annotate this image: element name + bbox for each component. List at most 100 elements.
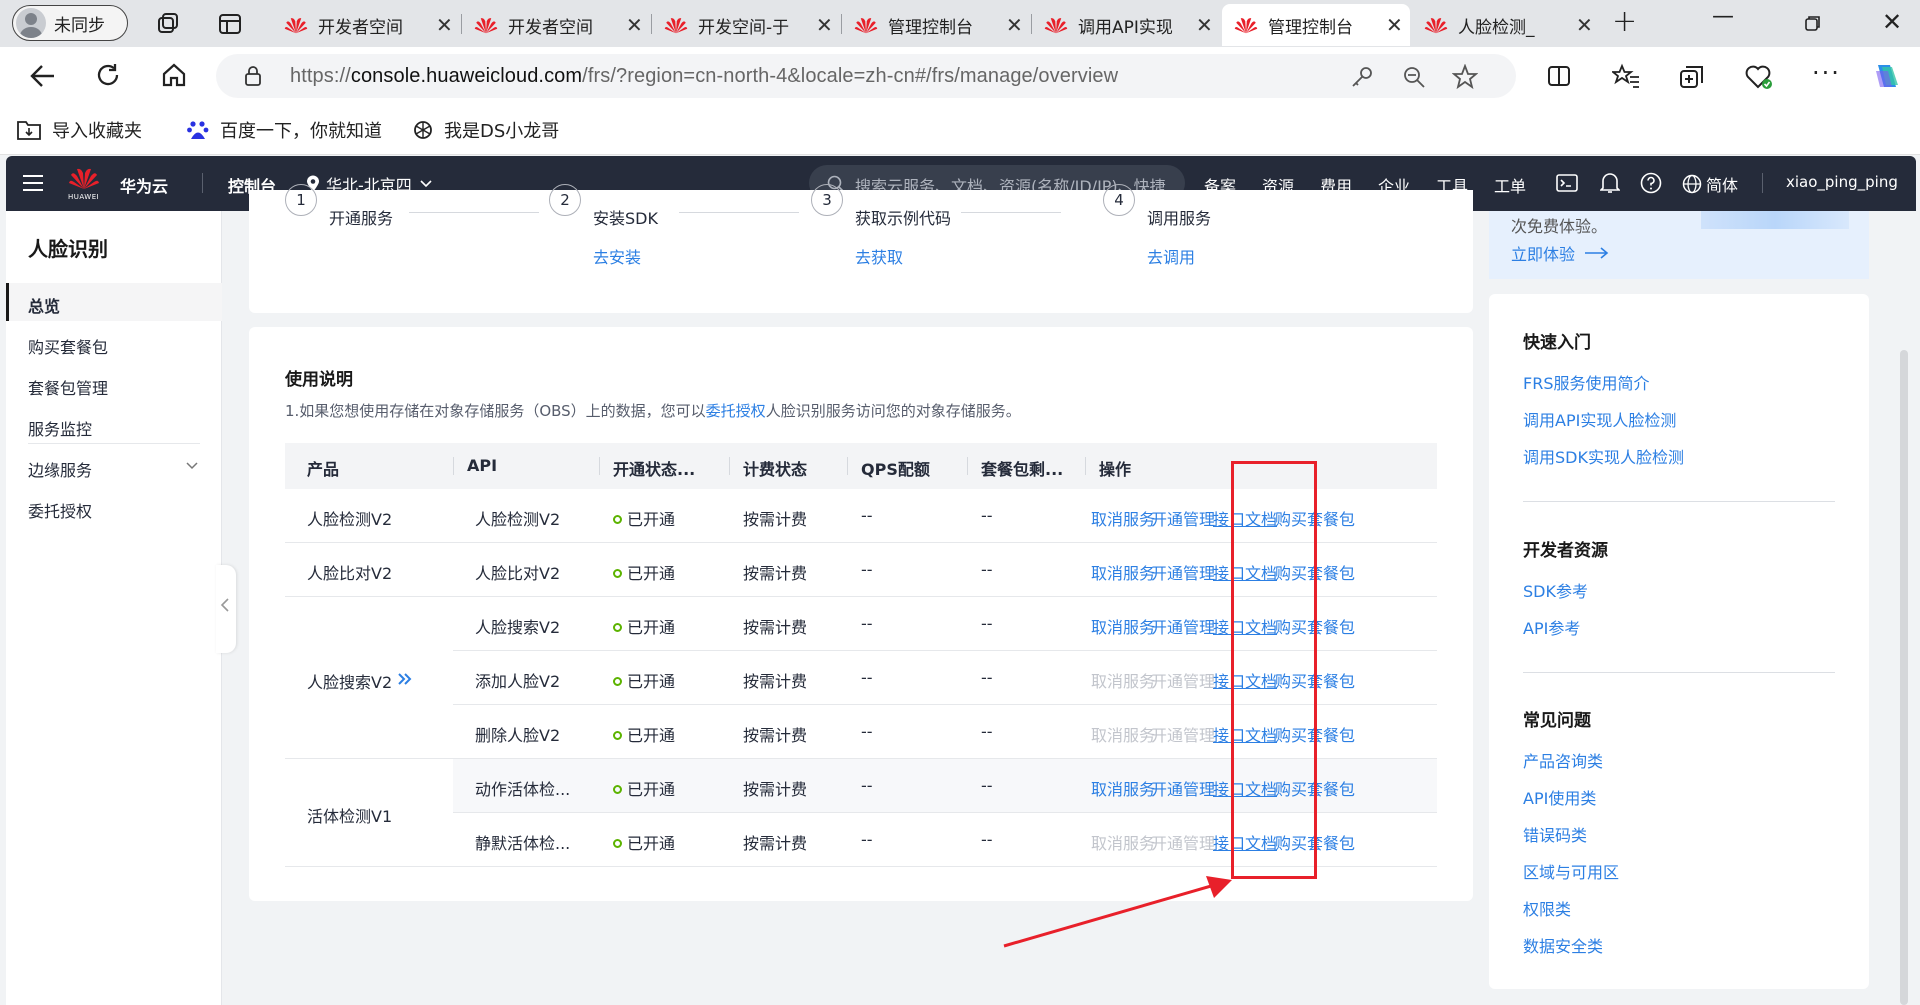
browser-tab[interactable]: 调用API实现 ✕ (1032, 4, 1220, 46)
faq-link[interactable]: 权限类 (1523, 896, 1571, 920)
sidebar-item-service-monitoring[interactable]: 服务监控 (6, 406, 222, 444)
profile-button[interactable]: 未同步 (12, 5, 128, 41)
close-window-icon[interactable]: ✕ (1882, 8, 1902, 36)
section-divider (1523, 672, 1835, 673)
billing-status: 按需计费 (743, 564, 808, 583)
sidebar-item-edge-service[interactable]: 边缘服务 (6, 447, 222, 485)
nav-tickets[interactable]: 工单 (1494, 173, 1526, 197)
browser-essentials-icon[interactable] (1744, 63, 1774, 91)
cancel-service-button[interactable]: 取消服务 (1091, 668, 1155, 692)
quick-start-link[interactable]: 调用SDK实现人脸检测 (1523, 444, 1684, 468)
browser-tab[interactable]: 开发者空间 ✕ (462, 4, 650, 46)
back-icon[interactable] (28, 63, 56, 89)
sidebar-item-package-management[interactable]: 套餐包管理 (6, 365, 222, 403)
activation-management-button[interactable]: 开通管理 (1151, 722, 1215, 746)
zoom-out-icon[interactable] (1402, 65, 1426, 89)
promo-try-now-link[interactable]: 立即体验 (1511, 241, 1609, 265)
vertical-tabs-icon[interactable] (216, 10, 244, 38)
activation-management-button[interactable]: 开通管理 (1151, 830, 1215, 854)
faq-link[interactable]: 错误码类 (1523, 822, 1587, 846)
cancel-service-button[interactable]: 取消服务 (1091, 614, 1155, 638)
lock-icon[interactable] (244, 66, 262, 86)
quick-start-link[interactable]: FRS服务使用简介 (1523, 370, 1649, 394)
step-label: 开通服务 (329, 209, 394, 228)
close-tab-icon[interactable]: ✕ (816, 13, 833, 37)
restore-icon[interactable] (1804, 14, 1822, 32)
home-icon[interactable] (160, 61, 188, 89)
minimize-icon[interactable]: — (1712, 4, 1734, 29)
browser-tab[interactable]: 开发者空间 ✕ (272, 4, 460, 46)
workspaces-icon[interactable] (154, 10, 182, 38)
close-tab-icon[interactable]: ✕ (1196, 13, 1213, 37)
copilot-icon[interactable] (1870, 59, 1904, 93)
favorite-star-icon[interactable] (1452, 64, 1478, 90)
developer-resource-link[interactable]: API参考 (1523, 615, 1580, 639)
new-tab-icon[interactable]: + (1612, 4, 1637, 39)
close-tab-icon[interactable]: ✕ (1386, 13, 1403, 37)
close-tab-icon[interactable]: ✕ (1006, 13, 1023, 37)
cancel-service-button[interactable]: 取消服务 (1091, 830, 1155, 854)
bell-icon[interactable] (1600, 172, 1620, 194)
close-tab-icon[interactable]: ✕ (1576, 13, 1593, 37)
browser-tab[interactable]: 开发空间-于 ✕ (652, 4, 840, 46)
column-divider (599, 457, 600, 475)
cancel-service-button[interactable]: 取消服务 (1091, 560, 1155, 584)
api-name: 人脸搜索V2 (475, 618, 561, 637)
activation-management-button[interactable]: 开通管理 (1151, 506, 1215, 530)
split-screen-icon[interactable] (1546, 63, 1572, 89)
status-ok-icon (613, 731, 622, 740)
delegation-link[interactable]: 委托授权 (706, 402, 766, 420)
step-number: 2 (549, 184, 581, 216)
sidebar-collapse-toggle[interactable] (216, 565, 236, 653)
faq-link[interactable]: 区域与可用区 (1523, 859, 1619, 883)
refresh-icon[interactable] (94, 61, 122, 89)
column-header: 套餐包剩... (981, 460, 1064, 479)
faq-link[interactable]: API使用类 (1523, 785, 1596, 809)
page-scrollbar[interactable] (1900, 350, 1908, 1005)
close-tab-icon[interactable]: ✕ (436, 13, 453, 37)
close-tab-icon[interactable]: ✕ (626, 13, 643, 37)
cloud-shell-icon[interactable] (1556, 173, 1578, 193)
developer-resource-link[interactable]: SDK参考 (1523, 578, 1588, 602)
collections-icon[interactable] (1678, 63, 1706, 91)
favorites-icon[interactable] (1612, 63, 1640, 89)
get-sample-code-link[interactable]: 去获取 (855, 244, 903, 268)
annotation-arrow (1003, 876, 1232, 948)
help-icon[interactable] (1640, 172, 1662, 194)
activation-management-button[interactable]: 开通管理 (1151, 668, 1215, 692)
browser-tab[interactable]: 管理控制台 ✕ (1222, 4, 1410, 46)
activation-management-button[interactable]: 开通管理 (1151, 560, 1215, 584)
language-switch[interactable]: 简体 (1682, 172, 1738, 196)
column-header: 操作 (1099, 460, 1132, 479)
faq-link[interactable]: 数据安全类 (1523, 933, 1603, 957)
brand-name[interactable]: 华为云 (120, 173, 168, 197)
bookmark-ds[interactable]: 我是DS小龙哥 (412, 117, 559, 143)
install-sdk-link[interactable]: 去安装 (593, 244, 641, 268)
quick-start-link[interactable]: 调用API实现人脸检测 (1523, 407, 1676, 431)
activation-management-button[interactable]: 开通管理 (1151, 614, 1215, 638)
tab-separator (1031, 14, 1032, 34)
bookmark-baidu[interactable]: 百度一下，你就知道 (186, 117, 382, 143)
bookmark-import[interactable]: 导入收藏夹 (16, 117, 142, 143)
address-bar[interactable]: https://console.huaweicloud.com/frs/?reg… (216, 54, 1516, 98)
tab-separator (651, 14, 652, 34)
activation-management-button[interactable]: 开通管理 (1151, 776, 1215, 800)
sidebar-item-buy-package[interactable]: 购买套餐包 (6, 324, 222, 362)
cancel-service-button[interactable]: 取消服务 (1091, 506, 1155, 530)
more-options-icon[interactable]: ··· (1812, 59, 1841, 87)
api-name: 删除人脸V2 (475, 726, 561, 745)
sidebar-item-overview[interactable]: 总览 (6, 283, 222, 321)
browser-tab[interactable]: 人脸检测_ ✕ (1412, 4, 1600, 46)
step-number: 4 (1103, 184, 1135, 216)
double-chevron-right-icon[interactable] (397, 672, 413, 686)
key-icon[interactable] (1350, 65, 1374, 89)
faq-link[interactable]: 产品咨询类 (1523, 748, 1603, 772)
sidebar-item-delegation[interactable]: 委托授权 (6, 488, 222, 526)
call-service-link[interactable]: 去调用 (1147, 244, 1195, 268)
cancel-service-button[interactable]: 取消服务 (1091, 722, 1155, 746)
hamburger-menu-icon[interactable] (22, 174, 44, 192)
username[interactable]: xiao_ping_ping (1786, 173, 1898, 191)
cancel-service-button[interactable]: 取消服务 (1091, 776, 1155, 800)
huawei-logo-icon[interactable] (68, 165, 100, 191)
browser-tab[interactable]: 管理控制台 ✕ (842, 4, 1030, 46)
